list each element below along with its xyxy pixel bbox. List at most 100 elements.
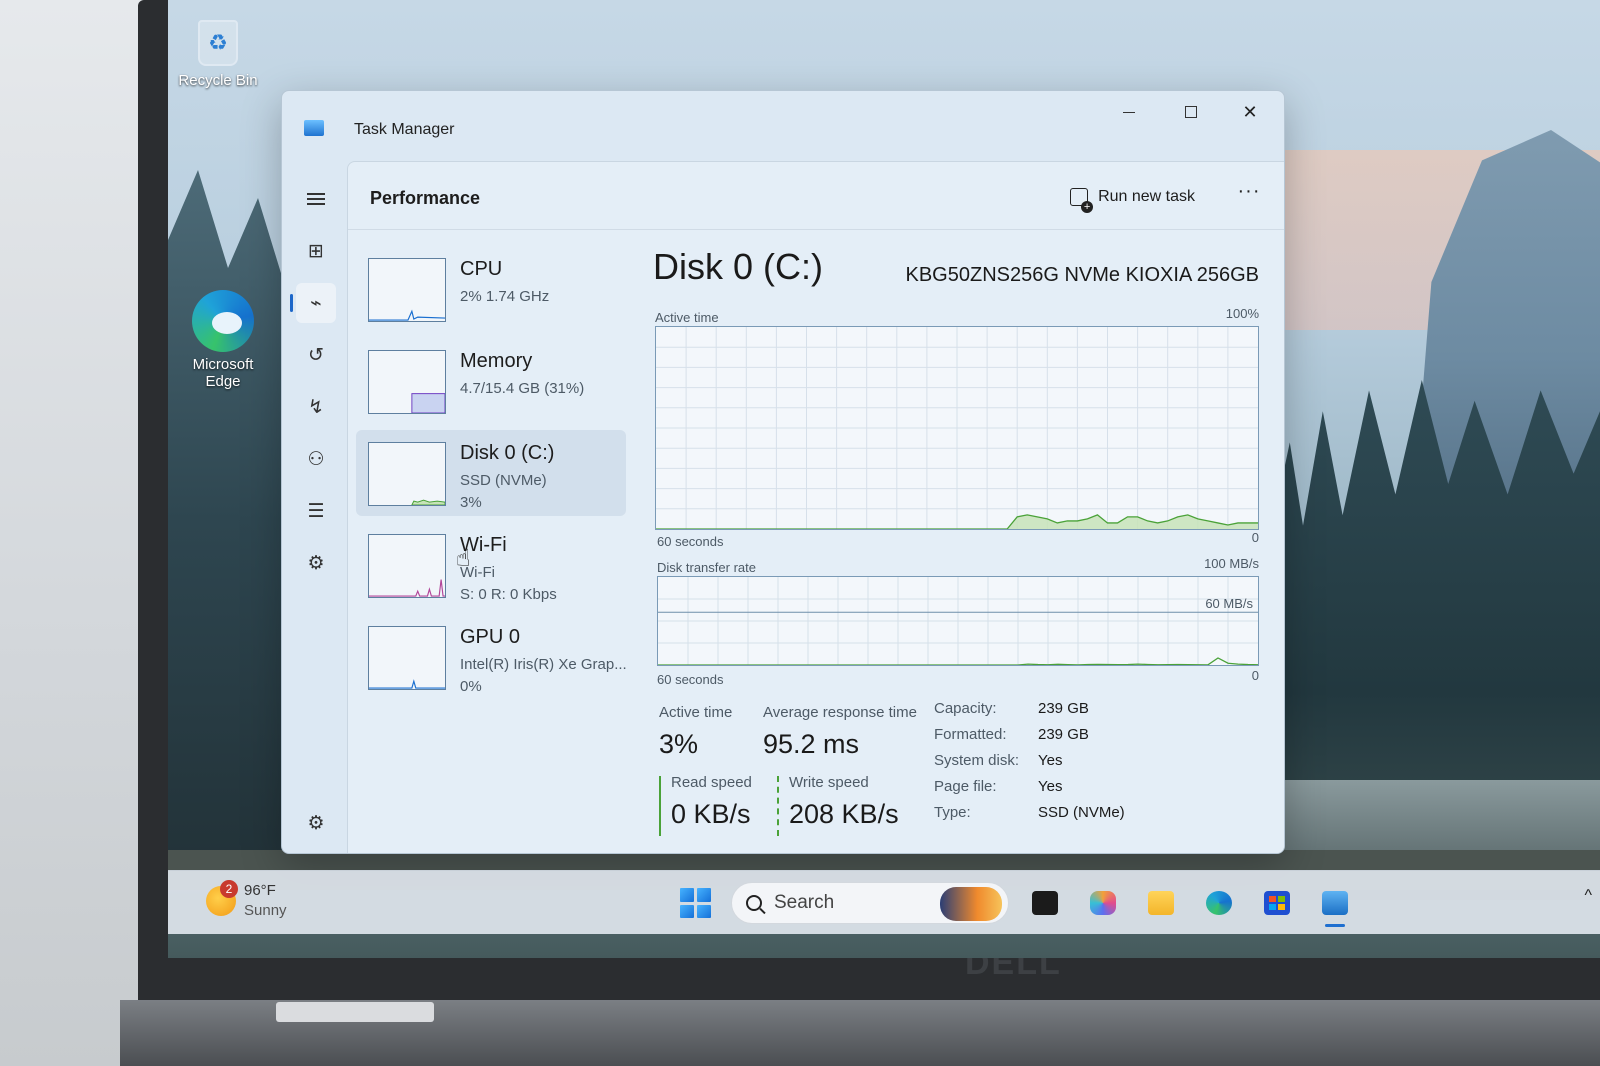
taskbar: 2 96°F Sunny Search ^ [168, 870, 1600, 934]
nav-details[interactable]: ☰ [296, 491, 336, 531]
property-value: 239 GB [1038, 700, 1089, 717]
device-usage: 0% [460, 678, 482, 695]
active-time-x-label: 60 seconds [657, 534, 724, 549]
nav-processes[interactable]: ⊞ [296, 231, 336, 271]
maximize-button[interactable] [1161, 97, 1221, 127]
desktop-icon-recycle-bin[interactable]: Recycle Bin [173, 20, 263, 89]
users-icon: ⚇ [307, 448, 325, 470]
stat-label: Average response time [763, 704, 917, 721]
device-thumbnail [368, 350, 446, 414]
active-time-min-label: 0 [1251, 530, 1259, 545]
page-title: Performance [370, 188, 481, 208]
taskbar-edge[interactable] [1197, 881, 1241, 925]
edge-icon [192, 290, 254, 352]
device-item-gpu[interactable]: GPU 0 Intel(R) Iris(R) Xe Grap... 0% [356, 614, 627, 700]
recycle-bin-icon [198, 20, 238, 66]
search-highlight-icon [940, 887, 1002, 921]
write-speed-indicator [777, 776, 779, 836]
mouse-cursor-icon: ☝ [456, 545, 471, 572]
nav-app-history[interactable]: ↺ [296, 335, 336, 375]
device-subtitle: 2% 1.74 GHz [460, 288, 550, 305]
nav-settings[interactable]: ⚙ [296, 803, 336, 843]
taskbar-task-manager[interactable] [1313, 881, 1357, 927]
minimize-icon [1123, 111, 1135, 113]
stat-label: Write speed [789, 774, 869, 791]
maximize-icon [1185, 106, 1197, 118]
taskbar-file-explorer[interactable] [1139, 881, 1183, 925]
device-item-cpu[interactable]: CPU 2% 1.74 GHz [356, 246, 626, 332]
minimize-button[interactable] [1099, 97, 1159, 127]
title-bar[interactable]: Task Manager ✕ [282, 91, 1284, 161]
device-thumbnail [368, 442, 446, 506]
stat-value: 95.2 ms [763, 729, 860, 759]
run-task-icon [1070, 188, 1094, 213]
hamburger-menu-button[interactable] [296, 179, 336, 219]
property-row: Formatted: 239 GB [934, 726, 1264, 752]
services-icon: ⚙ [307, 552, 325, 574]
run-new-task-button[interactable]: Run new task [1062, 180, 1203, 214]
device-thumbnail [368, 534, 446, 598]
close-button[interactable]: ✕ [1220, 97, 1280, 127]
close-icon: ✕ [1242, 101, 1258, 122]
desktop-icon-label: Recycle Bin [178, 72, 258, 89]
stat-value: 208 KB/s [789, 799, 899, 829]
performance-icon: ⌁ [310, 292, 322, 314]
active-time-chart [655, 326, 1259, 530]
taskbar-task-view[interactable] [1023, 881, 1067, 925]
property-value: SSD (NVMe) [1038, 804, 1125, 821]
stat-value: 0 KB/s [671, 799, 751, 829]
property-value: Yes [1038, 778, 1063, 795]
nav-startup-apps[interactable]: ↯ [296, 387, 336, 427]
taskbar-apps: Search [673, 881, 1357, 927]
show-hidden-icons-button[interactable]: ^ [1584, 887, 1592, 905]
taskbar-search[interactable]: Search [731, 882, 1009, 924]
copilot-icon [1090, 891, 1116, 915]
sun-icon: 2 [206, 880, 238, 916]
device-name: Disk 0 (C:) [460, 442, 555, 464]
app-history-icon: ↺ [308, 344, 324, 366]
start-icon [680, 888, 694, 902]
transfer-mid-label: 60 MB/s [1205, 596, 1253, 611]
active-time-chart-label: Active time [655, 310, 719, 325]
weather-widget[interactable]: 2 96°F Sunny [206, 880, 287, 921]
property-key: Formatted: [934, 726, 1007, 743]
taskbar-copilot[interactable] [1081, 881, 1125, 925]
transfer-chart-label: Disk transfer rate [657, 560, 756, 575]
property-key: System disk: [934, 752, 1020, 769]
read-speed-indicator [659, 776, 661, 836]
disk-model: KBG50ZNS256G NVMe KIOXIA 256GB [905, 264, 1260, 286]
device-subtitle: 4.7/15.4 GB (31%) [460, 380, 585, 397]
task-manager-icon [1322, 891, 1348, 915]
device-subtitle: Intel(R) Iris(R) Xe Grap... [460, 656, 627, 673]
transfer-min-label: 0 [1251, 668, 1259, 683]
start-button[interactable] [673, 881, 717, 925]
window-title: Task Manager [354, 121, 455, 138]
task-view-icon [1032, 891, 1058, 915]
nav-performance[interactable]: ⌁ [290, 283, 336, 323]
transfer-rate-chart-svg [658, 577, 1258, 665]
device-item-wifi[interactable]: Wi-Fi Wi-Fi S: 0 R: 0 Kbps [356, 522, 626, 608]
desktop-icon-edge[interactable]: Microsoft Edge [178, 290, 268, 390]
stat-label: Read speed [671, 774, 752, 791]
device-name: Memory [460, 350, 533, 372]
transfer-rate-chart [657, 576, 1259, 666]
screen: Recycle Bin Microsoft Edge Task Manager … [168, 0, 1600, 958]
nav-services[interactable]: ⚙ [296, 543, 336, 583]
more-options-button[interactable]: ··· [1231, 180, 1267, 214]
device-subtitle: SSD (NVMe) [460, 472, 547, 489]
device-item-disk[interactable]: Disk 0 (C:) SSD (NVMe) 3% [356, 430, 626, 516]
nav-users[interactable]: ⚇ [296, 439, 336, 479]
device-name: GPU 0 [460, 626, 521, 648]
device-usage: 3% [460, 494, 482, 511]
settings-icon: ⚙ [307, 812, 325, 834]
store-icon [1264, 891, 1290, 915]
disk-properties: Capacity: 239 GB Formatted: 239 GB System … [934, 700, 1264, 830]
active-time-chart-svg [656, 327, 1258, 529]
device-item-memory[interactable]: Memory 4.7/15.4 GB (31%) [356, 338, 626, 424]
pane-header: Performance Run new task ··· [348, 162, 1284, 230]
transfer-x-label: 60 seconds [657, 672, 724, 687]
processes-icon: ⊞ [308, 240, 324, 262]
notification-badge: 2 [220, 880, 238, 898]
task-manager-window: Task Manager ✕ ⊞ ⌁ ↺ ↯ ⚇ ☰ ⚙ ⚙ Performan… [281, 90, 1285, 854]
taskbar-store[interactable] [1255, 881, 1299, 925]
